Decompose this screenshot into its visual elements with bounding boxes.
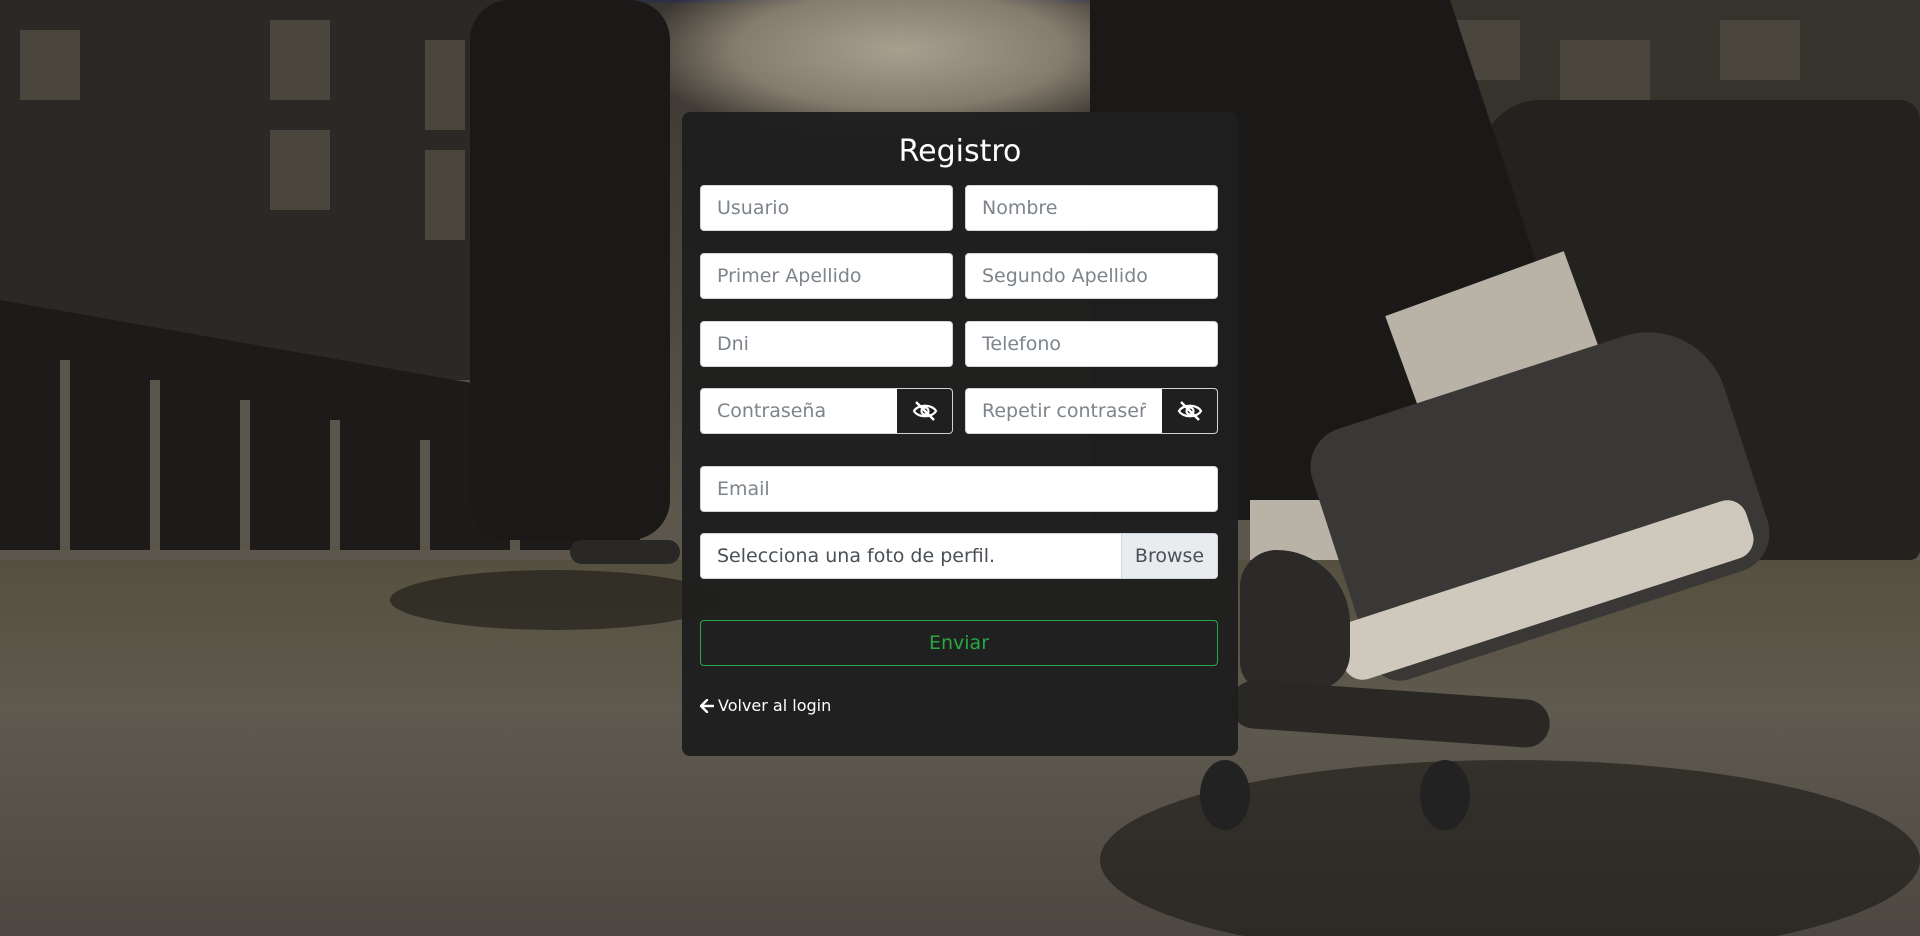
page-title: Registro bbox=[898, 134, 1022, 169]
building-window bbox=[1720, 20, 1800, 80]
first-name-input[interactable] bbox=[965, 185, 1218, 231]
eye-slash-icon bbox=[912, 401, 937, 421]
barrier-divider bbox=[150, 380, 160, 550]
phone-input[interactable] bbox=[965, 321, 1218, 367]
repeat-password-toggle-button[interactable] bbox=[1162, 388, 1218, 434]
building-window bbox=[270, 130, 330, 210]
browse-button[interactable]: Browse bbox=[1121, 534, 1217, 578]
dni-input[interactable] bbox=[700, 321, 953, 367]
email-input[interactable] bbox=[700, 466, 1218, 512]
skater-shadow bbox=[390, 570, 720, 630]
second-surname-input[interactable] bbox=[965, 253, 1218, 299]
building-window bbox=[425, 40, 465, 130]
back-link-label: Volver al login bbox=[718, 696, 832, 715]
barrier-divider bbox=[60, 360, 70, 550]
barrier-divider bbox=[420, 440, 430, 550]
file-picker-label: Selecciona una foto de perfil. bbox=[717, 545, 996, 567]
username-input[interactable] bbox=[700, 185, 953, 231]
profile-photo-picker[interactable]: Selecciona una foto de perfil. Browse bbox=[700, 533, 1218, 579]
skateboard-wheel bbox=[1200, 760, 1250, 830]
first-surname-input[interactable] bbox=[700, 253, 953, 299]
arrow-left-icon bbox=[700, 698, 714, 713]
eye-slash-icon bbox=[1177, 401, 1202, 421]
password-input[interactable] bbox=[700, 388, 898, 434]
back-to-login-link[interactable]: Volver al login bbox=[700, 696, 831, 715]
building-window bbox=[1560, 40, 1650, 100]
repeat-password-input[interactable] bbox=[965, 388, 1163, 434]
skateboard-far bbox=[570, 540, 680, 564]
skateboard-wheel bbox=[1420, 760, 1470, 830]
submit-button[interactable]: Enviar bbox=[700, 620, 1218, 666]
building-window bbox=[20, 30, 80, 100]
barrier-divider bbox=[330, 420, 340, 550]
barrier-divider bbox=[240, 400, 250, 550]
register-card: Registro Selecciona una foto de perfil. … bbox=[682, 112, 1238, 756]
building-window bbox=[425, 150, 465, 240]
password-toggle-button[interactable] bbox=[897, 388, 953, 434]
skater-left-leg bbox=[470, 0, 670, 540]
building-window bbox=[270, 20, 330, 100]
